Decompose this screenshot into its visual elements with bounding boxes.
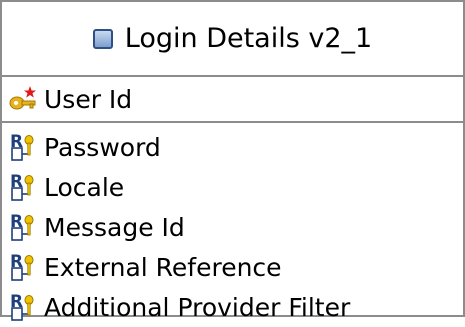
attribute-label: Locale — [44, 172, 125, 202]
attribute-label: Password — [44, 132, 161, 162]
attribute-list: R Password R Locale R Message Id R Exter… — [2, 123, 463, 327]
entity-table-icon — [92, 28, 113, 49]
attribute-label: Message Id — [44, 212, 185, 242]
entity-header: Login Details v2_1 — [2, 2, 463, 77]
entity-box[interactable]: Login Details v2_1 User Id R Password R … — [0, 0, 465, 322]
attribute-label: Additional Provider Filter — [44, 292, 351, 322]
attribute-row[interactable]: R Password — [2, 127, 463, 167]
attribute-row[interactable]: R External Reference — [2, 247, 463, 287]
primary-key-row[interactable]: User Id — [2, 77, 463, 123]
attribute-icon: R — [10, 212, 34, 241]
primary-key-label: User Id — [44, 84, 133, 114]
attribute-icon: R — [10, 292, 34, 321]
attribute-row[interactable]: R Locale — [2, 167, 463, 207]
attribute-icon: R — [10, 172, 34, 201]
attribute-row[interactable]: R Message Id — [2, 207, 463, 247]
attribute-row[interactable]: R Additional Provider Filter — [2, 287, 463, 327]
primary-key-icon — [9, 86, 36, 110]
attribute-icon: R — [10, 252, 34, 281]
attribute-label: External Reference — [44, 252, 282, 282]
entity-title: Login Details v2_1 — [124, 23, 373, 54]
attribute-icon: R — [10, 132, 34, 161]
